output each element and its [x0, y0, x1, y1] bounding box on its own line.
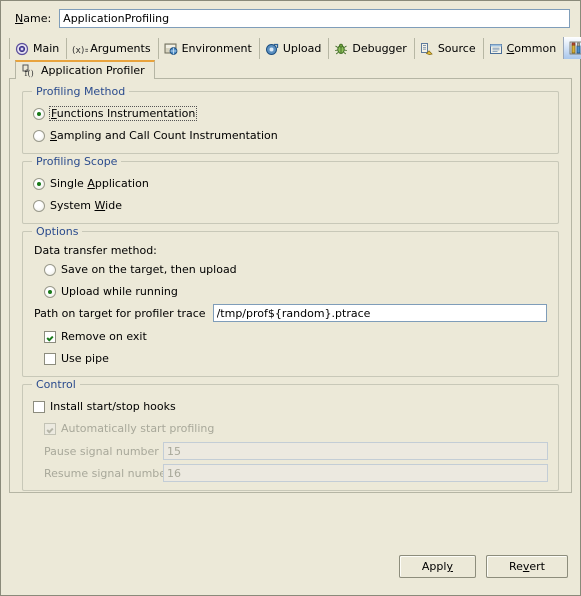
checkbox-install-start-stop-hooks[interactable]: Install start/stop hooks	[33, 397, 548, 416]
checkbox-use-pipe-label: Use pipe	[61, 352, 109, 365]
options-group: Options Data transfer method: Save on th…	[22, 225, 559, 377]
checkbox-automatically-start-profiling-indicator	[44, 422, 56, 435]
radio-upload-while-running-label: Upload while running	[61, 285, 178, 298]
checkbox-automatically-start-profiling: Automatically start profiling	[44, 419, 548, 438]
radio-functions-instrumentation[interactable]: Functions Instrumentation	[33, 104, 548, 123]
subtab-label: Application Profiler	[41, 64, 145, 77]
radio-save-then-upload-indicator[interactable]	[44, 263, 56, 276]
profiling-method-title: Profiling Method	[32, 85, 130, 98]
application-profiler-panel: Profiling Method Functions Instrumentati…	[9, 78, 572, 493]
tab-common-label: Common	[506, 42, 557, 55]
svg-text:f(): f()	[25, 69, 34, 78]
profiler-trace-path-label: Path on target for profiler trace	[34, 306, 206, 320]
revert-button[interactable]: Revert	[485, 555, 568, 578]
pause-signal-row: Pause signal number	[44, 442, 548, 460]
radio-single-application-indicator[interactable]	[33, 177, 45, 190]
name-input[interactable]	[59, 9, 570, 28]
arguments-variable-icon: (x)=	[72, 42, 88, 56]
checkbox-remove-on-exit-indicator[interactable]	[44, 330, 56, 343]
svg-text:(x)=: (x)=	[72, 46, 88, 56]
checkbox-remove-on-exit[interactable]: Remove on exit	[44, 327, 548, 346]
main-bullseye-icon	[15, 42, 29, 56]
environment-icon	[164, 42, 178, 56]
radio-sampling-call-count[interactable]: Sampling and Call Count Instrumentation	[33, 126, 548, 145]
profiling-scope-title: Profiling Scope	[32, 155, 122, 168]
tab-arguments[interactable]: (x)= Arguments	[66, 38, 158, 59]
tab-source-label: Source	[437, 42, 476, 55]
tools-icon	[569, 41, 581, 55]
tab-environment-label: Environment	[181, 42, 252, 55]
radio-functions-instrumentation-label: Functions Instrumentation	[49, 106, 198, 121]
resume-signal-label: Resume signal number	[44, 466, 171, 480]
debugger-bug-icon	[334, 42, 348, 56]
tab-tools[interactable]: Tools	[563, 37, 581, 59]
tools-tab-content: f() Application Profiler Profiling Metho…	[9, 59, 572, 494]
subtab-application-profiler[interactable]: f() Application Profiler	[15, 60, 155, 79]
common-window-icon	[489, 42, 503, 56]
radio-system-wide-label: System Wide	[50, 199, 122, 212]
checkbox-install-start-stop-hooks-label: Install start/stop hooks	[50, 400, 176, 413]
checkbox-automatically-start-profiling-label: Automatically start profiling	[61, 422, 215, 435]
name-label: Name:	[15, 12, 52, 25]
tab-main-label: Main	[33, 42, 60, 55]
apply-button[interactable]: Apply	[398, 555, 476, 578]
profiler-trace-path-input[interactable]	[212, 304, 547, 322]
radio-system-wide[interactable]: System Wide	[33, 196, 548, 215]
resume-signal-input	[163, 464, 548, 482]
tab-environment[interactable]: Environment	[157, 38, 259, 59]
upload-icon	[265, 42, 279, 56]
checkbox-remove-on-exit-label: Remove on exit	[61, 330, 147, 343]
radio-functions-instrumentation-indicator[interactable]	[33, 107, 45, 120]
options-title: Options	[32, 225, 83, 238]
tab-source[interactable]: Source	[413, 38, 483, 59]
tab-upload[interactable]: Upload	[258, 38, 329, 59]
radio-system-wide-indicator[interactable]	[33, 199, 45, 212]
tab-upload-label: Upload	[282, 42, 322, 55]
tab-debugger[interactable]: Debugger	[328, 38, 414, 59]
radio-single-application[interactable]: Single Application	[33, 174, 548, 193]
function-profiler-icon: f()	[22, 64, 36, 78]
radio-sampling-call-count-label: Sampling and Call Count Instrumentation	[50, 129, 278, 142]
tab-arguments-label: Arguments	[90, 42, 151, 55]
profiler-trace-path-row: Path on target for profiler trace	[34, 304, 547, 322]
pause-signal-label: Pause signal number	[44, 444, 159, 458]
name-row: Name:	[1, 1, 580, 34]
dialog-button-bar: Apply Revert	[1, 545, 580, 595]
checkbox-install-start-stop-hooks-indicator[interactable]	[33, 400, 45, 413]
radio-upload-while-running-indicator[interactable]	[44, 285, 56, 298]
control-title: Control	[32, 378, 80, 391]
pause-signal-input	[163, 442, 548, 460]
radio-upload-while-running[interactable]: Upload while running	[44, 282, 548, 301]
control-group: Control Install start/stop hooks Automat…	[22, 378, 559, 491]
sub-tab-bar: f() Application Profiler	[9, 59, 572, 79]
source-pencil-icon	[420, 42, 434, 56]
checkbox-use-pipe-indicator[interactable]	[44, 352, 56, 365]
checkbox-use-pipe[interactable]: Use pipe	[44, 349, 548, 368]
tab-main[interactable]: Main	[9, 38, 67, 59]
profiling-scope-group: Profiling Scope Single Application Syste…	[22, 155, 559, 224]
resume-signal-row: Resume signal number	[44, 464, 548, 482]
profiling-method-group: Profiling Method Functions Instrumentati…	[22, 85, 559, 154]
radio-sampling-call-count-indicator[interactable]	[33, 129, 45, 142]
launch-configuration-dialog: Name: Main (x)= Arguments	[0, 0, 581, 596]
tab-common[interactable]: Common	[482, 38, 564, 59]
main-tab-bar: Main (x)= Arguments Environment	[1, 36, 581, 59]
tab-debugger-label: Debugger	[352, 42, 407, 55]
radio-save-then-upload[interactable]: Save on the target, then upload	[44, 260, 548, 279]
radio-save-then-upload-label: Save on the target, then upload	[61, 263, 237, 276]
radio-single-application-label: Single Application	[50, 177, 149, 190]
data-transfer-method-label: Data transfer method:	[34, 244, 157, 257]
